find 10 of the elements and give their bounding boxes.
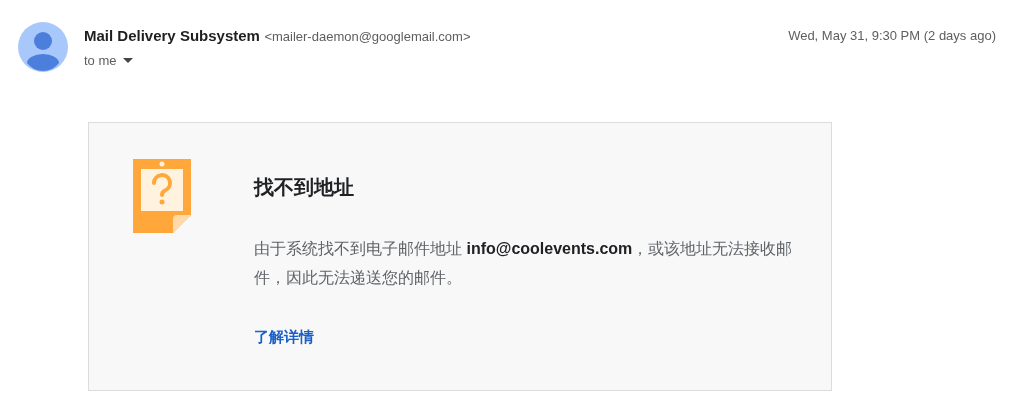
learn-more-link[interactable]: 了解详情: [254, 326, 314, 349]
notice-message: 由于系统找不到电子邮件地址 info@coolevents.com，或该地址无法接收邮件，因此无法递送您的邮件。: [254, 239, 794, 288]
notice-title: 找不到地址: [254, 175, 355, 200]
question-note-icon: [133, 159, 191, 233]
recipient-dropdown[interactable]: to me: [84, 51, 133, 71]
sender-name: Mail Delivery Subsystem: [84, 27, 260, 44]
avatar-icon: [18, 22, 68, 72]
date-text: Wed, May 31, 9:30 PM (2 days ago): [788, 27, 996, 45]
sender-email: <mailer-daemon@googlemail.com>: [264, 29, 471, 44]
caret-icon: [122, 58, 133, 64]
